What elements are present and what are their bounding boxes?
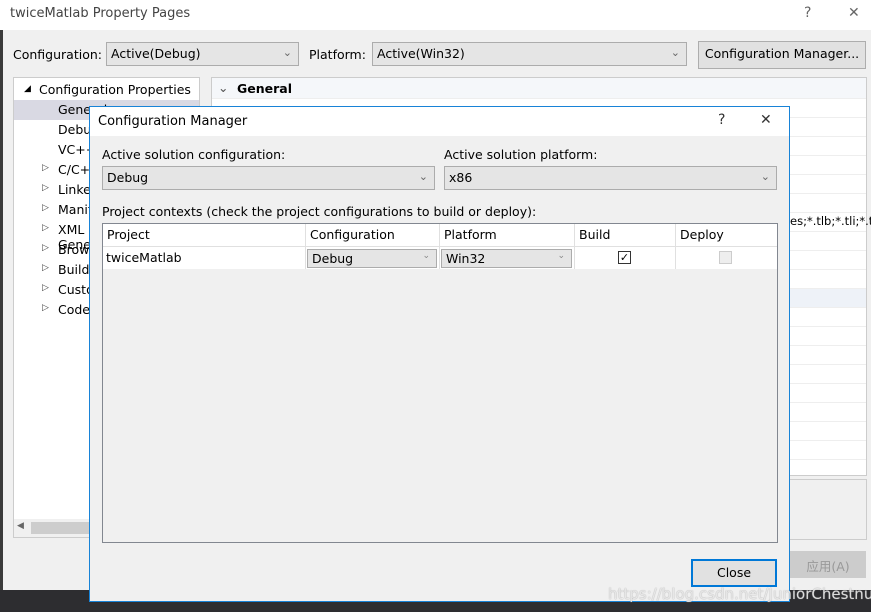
scrollbar-thumb[interactable] xyxy=(31,522,91,534)
chevron-down-icon: ⌄ xyxy=(422,251,430,261)
expanded-triangle-icon: ◢ xyxy=(24,84,31,94)
property-value: es;*.tlb;*.tli;*.t xyxy=(790,214,871,228)
collapsed-triangle-icon: ▷ xyxy=(42,203,49,213)
collapsed-triangle-icon: ▷ xyxy=(42,183,49,193)
active-config-value: Debug xyxy=(107,170,149,185)
section-header[interactable]: ⌄ General xyxy=(212,78,866,99)
watermark: https://blog.csdn.net/JuniorChestnut xyxy=(608,585,871,603)
configuration-cell: Debug ⌄ xyxy=(306,247,440,269)
collapsed-triangle-icon: ▷ xyxy=(42,243,49,253)
tree-root[interactable]: ◢ Configuration Properties xyxy=(14,80,199,100)
section-title: General xyxy=(237,81,292,96)
build-checkbox[interactable]: ✓ xyxy=(618,251,631,264)
deploy-checkbox[interactable] xyxy=(719,251,732,264)
collapsed-triangle-icon: ▷ xyxy=(42,283,49,293)
title-bar: twiceMatlab Property Pages ? ✕ xyxy=(0,0,871,30)
build-cell: ✓ xyxy=(575,247,676,269)
column-header-deploy[interactable]: Deploy xyxy=(676,224,777,247)
configuration-value: Active(Debug) xyxy=(111,46,201,61)
active-platform-value: x86 xyxy=(449,170,473,185)
active-config-label: Active solution configuration: xyxy=(102,147,286,162)
deploy-cell xyxy=(676,247,777,269)
background-edge xyxy=(0,30,3,590)
help-button[interactable]: ? xyxy=(804,5,811,21)
active-platform-label: Active solution platform: xyxy=(444,147,598,162)
row-platform-select[interactable]: Win32 ⌄ xyxy=(441,249,572,268)
column-header-platform[interactable]: Platform xyxy=(440,224,575,247)
chevron-down-icon: ⌄ xyxy=(760,170,770,183)
collapsed-triangle-icon: ▷ xyxy=(42,163,49,173)
platform-cell: Win32 ⌄ xyxy=(440,247,575,269)
chevron-down-icon: ⌄ xyxy=(557,251,565,261)
platform-select[interactable]: Active(Win32) ⌄ xyxy=(372,42,687,66)
platform-label: Platform: xyxy=(309,47,366,62)
active-platform-select[interactable]: x86 ⌄ xyxy=(444,166,777,190)
configuration-manager-button[interactable]: Configuration Manager... xyxy=(698,41,866,69)
window-title: twiceMatlab Property Pages xyxy=(10,6,191,21)
column-header-configuration[interactable]: Configuration xyxy=(306,224,440,247)
dialog-title-bar: Configuration Manager ? ✕ xyxy=(90,107,789,136)
row-platform-value: Win32 xyxy=(446,251,486,266)
collapsed-triangle-icon: ▷ xyxy=(42,303,49,313)
chevron-down-icon: ⌄ xyxy=(418,170,428,183)
project-contexts-label: Project contexts (check the project conf… xyxy=(102,204,537,219)
chevron-down-icon: ⌄ xyxy=(282,46,292,59)
dialog-close-button[interactable]: ✕ xyxy=(760,112,772,128)
configuration-label: Configuration: xyxy=(13,47,102,62)
column-header-project[interactable]: Project xyxy=(103,224,306,247)
active-config-select[interactable]: Debug ⌄ xyxy=(102,166,435,190)
close-dialog-button[interactable]: Close xyxy=(691,559,777,587)
row-configuration-select[interactable]: Debug ⌄ xyxy=(307,249,437,268)
collapsed-triangle-icon: ▷ xyxy=(42,223,49,233)
tree-root-label: Configuration Properties xyxy=(39,82,191,97)
dialog-help-button[interactable]: ? xyxy=(718,112,725,128)
chevron-down-icon: ⌄ xyxy=(670,46,680,59)
column-header-build[interactable]: Build xyxy=(575,224,676,247)
collapsed-triangle-icon: ▷ xyxy=(42,263,49,273)
platform-value: Active(Win32) xyxy=(377,46,465,61)
project-contexts-grid: Project Configuration Platform Build Dep… xyxy=(102,223,778,543)
chevron-down-icon: ⌄ xyxy=(218,80,229,95)
configuration-select[interactable]: Active(Debug) ⌄ xyxy=(106,42,299,66)
close-button[interactable]: ✕ xyxy=(848,5,860,21)
apply-button[interactable]: 应用(A) xyxy=(790,551,866,578)
dialog-title: Configuration Manager xyxy=(98,114,248,129)
configuration-manager-dialog: Configuration Manager ? ✕ Active solutio… xyxy=(89,106,790,602)
row-configuration-value: Debug xyxy=(312,251,354,266)
project-name[interactable]: twiceMatlab xyxy=(103,247,306,269)
scroll-left-icon[interactable]: ◀ xyxy=(17,521,24,531)
